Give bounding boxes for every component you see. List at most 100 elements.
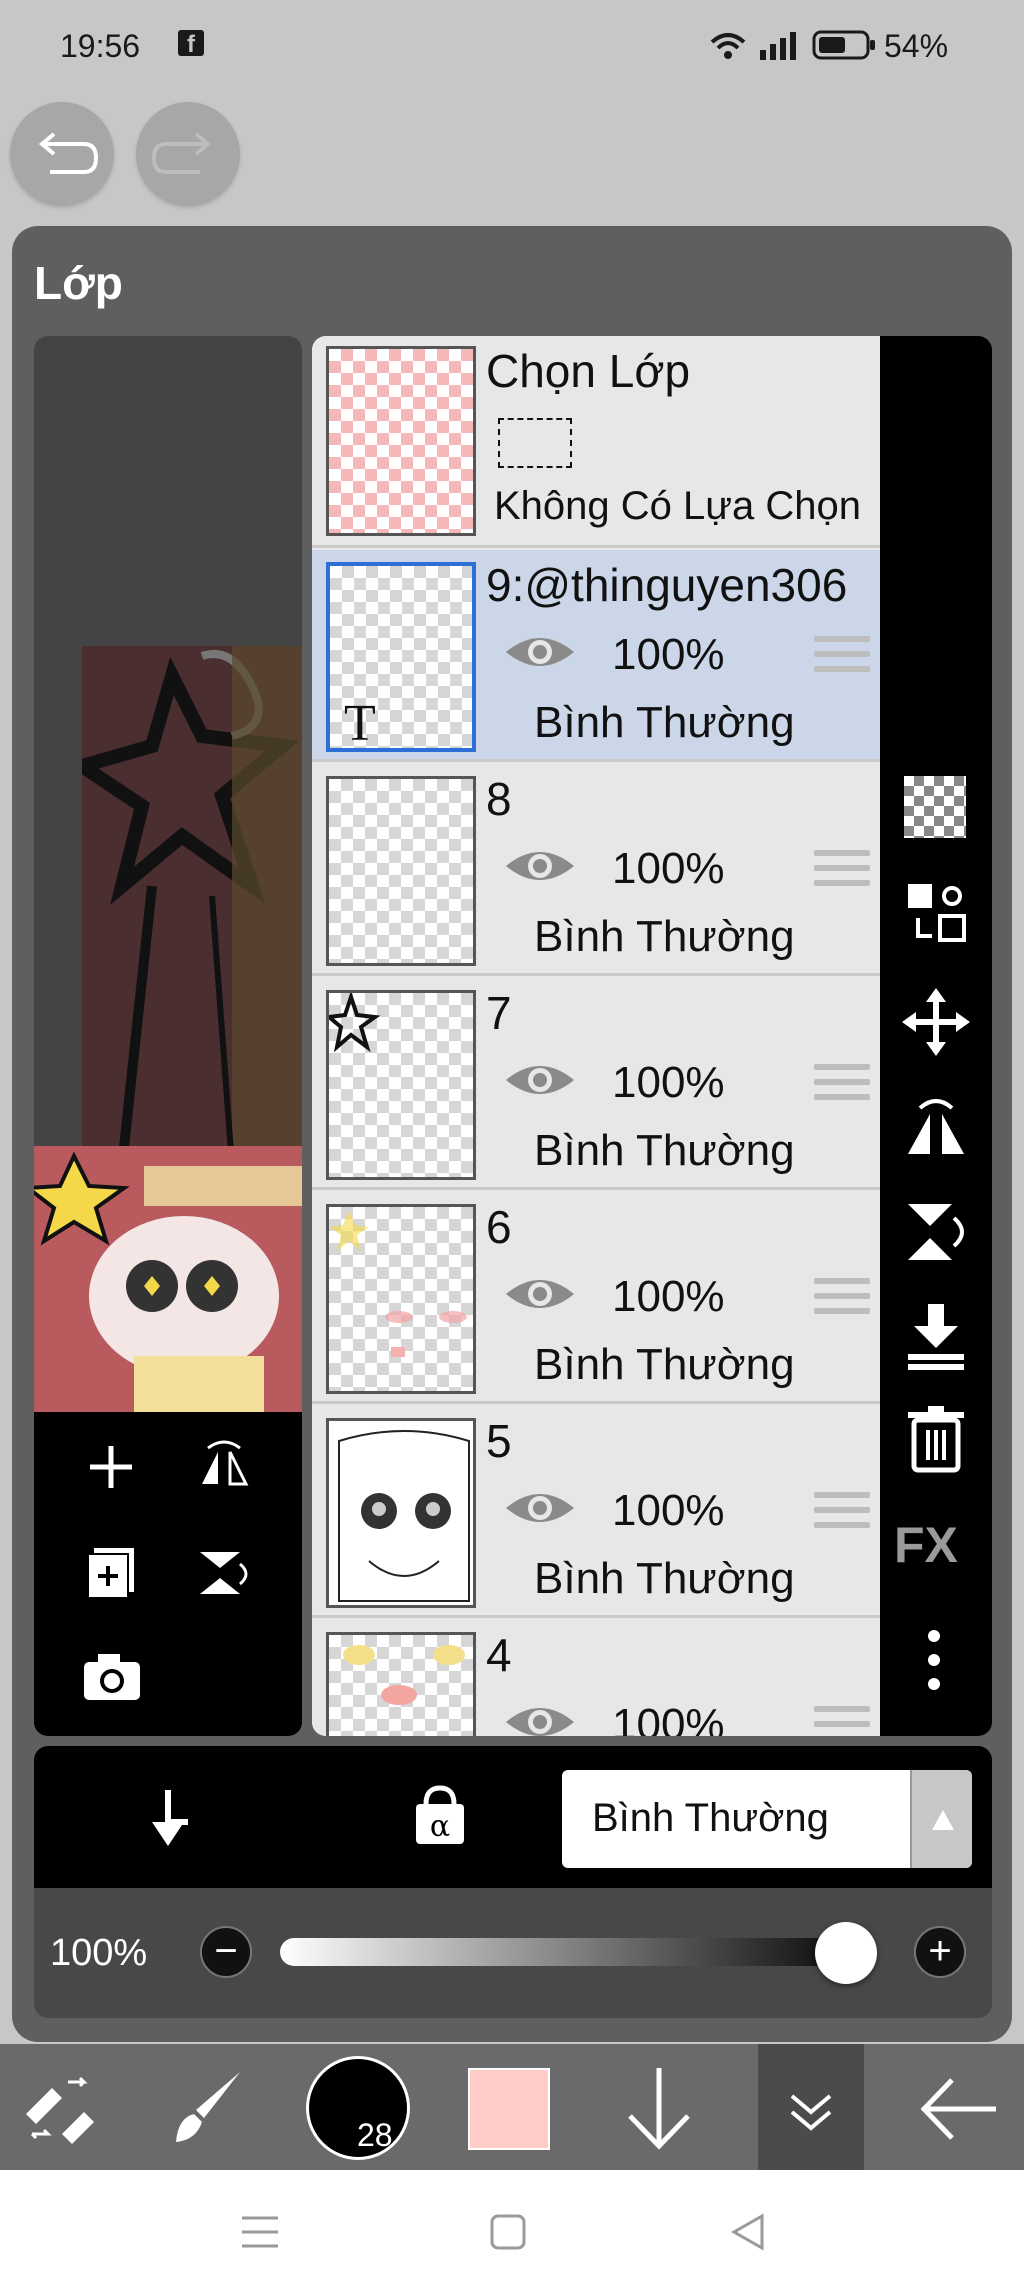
battery-icon: [812, 30, 875, 60]
facebook-icon: f: [178, 30, 204, 58]
selection-marquee-icon: [498, 418, 572, 468]
selection-layer-title: Chọn Lớp: [486, 345, 691, 397]
redo-icon: [151, 132, 212, 174]
layer-row-5[interactable]: 5 100% Bình Thường: [312, 1406, 892, 1618]
layer-thumbnail: [326, 1204, 476, 1394]
layer-blend-mode: Bình Thường: [534, 912, 795, 961]
layer-panel: Lớp Chọn Lớp Không Có Lựa Chọn T 9:@thin…: [12, 226, 1012, 2042]
visibility-eye-icon[interactable]: [502, 1058, 578, 1102]
system-nav-bar: [0, 2170, 1024, 2293]
opacity-decrease-button[interactable]: −: [200, 1926, 252, 1978]
left-tools: [34, 1412, 302, 1736]
drag-handle-icon[interactable]: [814, 1278, 870, 1318]
opacity-slider[interactable]: [280, 1938, 870, 1966]
opacity-increase-button[interactable]: +: [914, 1926, 966, 1978]
layer-thumbnail: T: [326, 562, 476, 752]
visibility-eye-icon[interactable]: [502, 844, 578, 888]
blush-doodle-icon: [329, 1211, 467, 1357]
layer-opacity: 100%: [612, 1700, 725, 1736]
drag-handle-icon[interactable]: [814, 1706, 870, 1736]
layer-row-4[interactable]: 4 100%: [312, 1620, 892, 1736]
undo-button[interactable]: [10, 102, 114, 206]
layer-name: 8: [486, 773, 512, 825]
move-icon[interactable]: [902, 988, 970, 1056]
clip-return-icon[interactable]: [138, 1786, 198, 1850]
layer-row-7[interactable]: 7 100% Bình Thường: [312, 978, 892, 1190]
back-icon[interactable]: [728, 2212, 768, 2252]
layer-row-8[interactable]: 8 100% Bình Thường: [312, 764, 892, 976]
visibility-eye-icon[interactable]: [502, 1700, 578, 1736]
layer-opacity: 100%: [612, 1486, 725, 1535]
brush-size-value: 28: [357, 2117, 393, 2153]
layer-thumbnail: [326, 990, 476, 1180]
camera-icon[interactable]: [82, 1652, 142, 1702]
canvas-preview-image: [65, 646, 302, 1186]
layer-blend-mode: Bình Thường: [534, 1554, 795, 1603]
svg-text:α: α: [430, 1809, 450, 1844]
color-swatch[interactable]: [468, 2068, 550, 2150]
merge-down-icon[interactable]: [902, 1302, 970, 1370]
drag-handle-icon[interactable]: [814, 1492, 870, 1532]
visibility-eye-icon[interactable]: [502, 630, 578, 674]
opacity-slider-knob[interactable]: [815, 1922, 877, 1984]
layer-blend-mode: Bình Thường: [534, 698, 795, 747]
visibility-eye-icon[interactable]: [502, 1486, 578, 1530]
back-arrow-icon[interactable]: [918, 2074, 1000, 2144]
blend-mode-select[interactable]: Bình Thường: [562, 1770, 972, 1868]
trash-icon[interactable]: [904, 1404, 968, 1474]
home-icon[interactable]: [488, 2212, 528, 2252]
blend-bar: α Bình Thường: [34, 1746, 992, 1888]
selection-layer-subtitle: Không Có Lựa Chọn: [494, 484, 862, 528]
menu-icon[interactable]: [240, 2214, 280, 2250]
drag-handle-icon[interactable]: [814, 1064, 870, 1104]
flip-layer-icon[interactable]: [194, 1438, 254, 1494]
more-options-icon[interactable]: [926, 1628, 942, 1692]
panel-title: Lớp: [34, 257, 123, 309]
transparency-icon[interactable]: [904, 776, 966, 838]
character-thumbnail: [34, 1146, 302, 1412]
swap-layers-icon[interactable]: [904, 880, 968, 944]
layer-thumbnail: [326, 776, 476, 966]
opacity-value: 100%: [50, 1932, 148, 1974]
selection-layer-row[interactable]: Chọn Lớp Không Có Lựa Chọn: [312, 336, 892, 548]
layer-name: 9:@thinguyen306: [486, 559, 848, 611]
layer-row-9[interactable]: T 9:@thinguyen306 100% Bình Thường: [312, 550, 892, 762]
status-time: 19:56: [60, 28, 141, 64]
selection-thumbnail: [326, 346, 476, 536]
signal-icon: [710, 32, 796, 60]
layer-opacity: 100%: [612, 1272, 725, 1321]
brush-icon[interactable]: [170, 2068, 246, 2148]
add-layer-button[interactable]: [86, 1442, 136, 1492]
brush-eraser-swap-icon[interactable]: [22, 2074, 98, 2146]
status-bar: 19:56 f 54%: [0, 0, 1024, 92]
alpha-lock-icon[interactable]: α: [412, 1784, 468, 1848]
duplicate-layer-icon[interactable]: [84, 1544, 140, 1600]
collapse-chevron-icon[interactable]: [786, 2076, 836, 2136]
star-doodle-icon: [329, 993, 381, 1053]
layer-thumbnail: [326, 1632, 476, 1736]
text-layer-icon: T: [344, 695, 376, 752]
layer-name: 4: [486, 1629, 512, 1681]
dropdown-arrow-icon[interactable]: [910, 1770, 972, 1868]
brush-size-button[interactable]: 28: [306, 2056, 410, 2160]
drag-handle-icon[interactable]: [814, 850, 870, 890]
layer-blend-mode: Bình Thường: [534, 1126, 795, 1175]
face-doodle-icon: [343, 1645, 465, 1705]
flip-vertical-icon[interactable]: [902, 1198, 970, 1266]
blend-mode-label: Bình Thường: [592, 1796, 829, 1840]
flip-horizontal-icon[interactable]: [902, 1094, 970, 1162]
canvas-thumbnail[interactable]: [34, 1146, 302, 1412]
opacity-bar: 100% − +: [34, 1888, 992, 2018]
layer-opacity: 100%: [612, 630, 725, 679]
right-tools: FX: [880, 336, 992, 1736]
redo-button[interactable]: [136, 102, 240, 206]
visibility-eye-icon[interactable]: [502, 1272, 578, 1316]
arrow-down-icon[interactable]: [622, 2064, 696, 2154]
drag-handle-icon[interactable]: [814, 636, 870, 676]
undo-icon: [38, 132, 99, 174]
layer-list: Chọn Lớp Không Có Lựa Chọn T 9:@thinguye…: [312, 336, 892, 1736]
layer-row-6[interactable]: 6 100% Bình Thường: [312, 1192, 892, 1404]
merge-flip-icon[interactable]: [194, 1544, 254, 1600]
layer-opacity: 100%: [612, 1058, 725, 1107]
fx-button[interactable]: FX: [894, 1516, 958, 1574]
